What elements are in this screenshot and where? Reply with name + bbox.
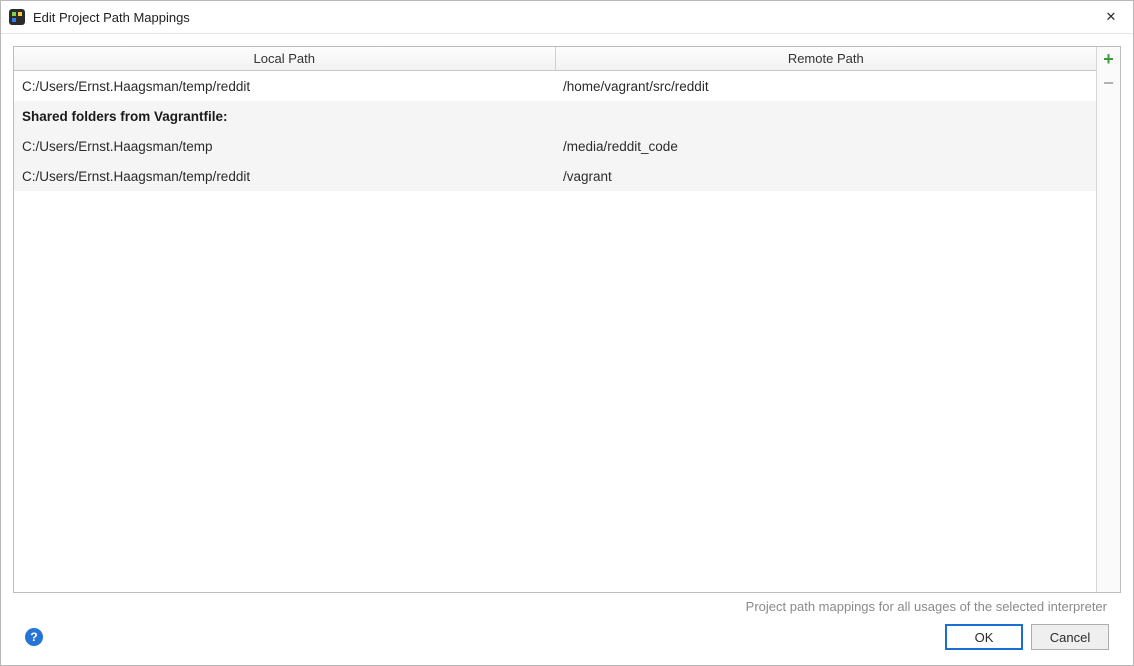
table-row[interactable]: C:/Users/Ernst.Haagsman/temp/reddit /vag… [14, 161, 1096, 191]
table-side-toolbar: + − [1096, 47, 1120, 592]
close-icon: ✕ [1106, 9, 1117, 25]
shared-folders-section-header: Shared folders from Vagrantfile: [14, 101, 1096, 131]
column-header-local-label: Local Path [254, 51, 315, 66]
hint-text-row: Project path mappings for all usages of … [13, 593, 1121, 619]
cancel-button[interactable]: Cancel [1031, 624, 1109, 650]
window-close-button[interactable]: ✕ [1089, 1, 1133, 33]
column-header-remote[interactable]: Remote Path [556, 47, 1097, 70]
app-icon [9, 9, 25, 25]
table-main: Local Path Remote Path C:/Users/Ernst.Ha… [14, 47, 1096, 592]
table-body: C:/Users/Ernst.Haagsman/temp/reddit /hom… [14, 71, 1096, 592]
cell-remote-path[interactable]: /home/vagrant/src/reddit [555, 79, 1096, 94]
ok-button[interactable]: OK [945, 624, 1023, 650]
mappings-table: Local Path Remote Path C:/Users/Ernst.Ha… [13, 46, 1121, 593]
shared-folders-section-label: Shared folders from Vagrantfile: [22, 109, 228, 124]
add-mapping-button[interactable]: + [1097, 47, 1121, 71]
window-title: Edit Project Path Mappings [33, 10, 1089, 25]
remove-mapping-button[interactable]: − [1097, 71, 1121, 95]
column-header-local[interactable]: Local Path [14, 47, 556, 70]
ok-button-label: OK [975, 630, 994, 645]
cell-local-path[interactable]: C:/Users/Ernst.Haagsman/temp/reddit [14, 79, 555, 94]
content-area: Local Path Remote Path C:/Users/Ernst.Ha… [1, 34, 1133, 665]
titlebar: Edit Project Path Mappings ✕ [1, 1, 1133, 34]
help-icon: ? [30, 630, 37, 644]
help-button[interactable]: ? [25, 628, 43, 646]
table-row[interactable]: C:/Users/Ernst.Haagsman/temp /media/redd… [14, 131, 1096, 161]
plus-icon: + [1103, 49, 1114, 70]
table-header: Local Path Remote Path [14, 47, 1096, 71]
cell-remote-path: /media/reddit_code [555, 139, 1096, 154]
cell-remote-path: /vagrant [555, 169, 1096, 184]
cell-local-path: C:/Users/Ernst.Haagsman/temp [14, 139, 555, 154]
hint-text: Project path mappings for all usages of … [746, 599, 1107, 614]
dialog-window: Edit Project Path Mappings ✕ Local Path … [0, 0, 1134, 666]
table-row[interactable]: C:/Users/Ernst.Haagsman/temp/reddit /hom… [14, 71, 1096, 101]
dialog-button-row: ? OK Cancel [13, 619, 1121, 665]
minus-icon: − [1103, 73, 1114, 94]
cell-local-path: C:/Users/Ernst.Haagsman/temp/reddit [14, 169, 555, 184]
cancel-button-label: Cancel [1050, 630, 1090, 645]
column-header-remote-label: Remote Path [788, 51, 864, 66]
